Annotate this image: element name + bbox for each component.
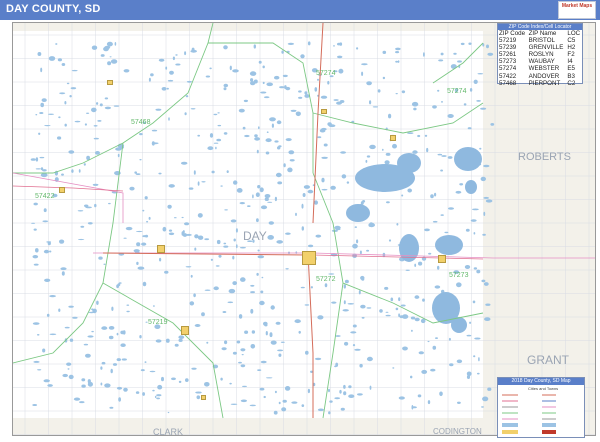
city-marker-webster[interactable] xyxy=(302,251,316,265)
city-marker[interactable] xyxy=(59,187,65,193)
zip-legend-row: 57422 ANDOVER B3 xyxy=(498,73,582,80)
zip-label: 57422 xyxy=(35,193,55,200)
zip-legend-col: ZIP Code xyxy=(499,30,526,37)
zip-legend-row: 57274 WEBSTER E5 xyxy=(498,65,582,72)
zip-legend-cell: 57422 xyxy=(499,72,517,80)
zip-legend-cell: E5 xyxy=(567,65,575,73)
county-label-codington: CODINGTON xyxy=(433,427,482,436)
zip-legend-cell: WEBSTER xyxy=(528,65,560,73)
zip-legend-table: ZIP Code ZIP Name LOC 57219 BRISTOL C5 5723… xyxy=(498,30,582,87)
zip-legend-cell: WAUBAY xyxy=(528,58,555,66)
map-frame: DAY COUNTY, SD Market Maps DAY ROBERTS G… xyxy=(0,0,600,442)
zip-legend-cell: 57468 xyxy=(499,79,517,87)
county-label-day: DAY xyxy=(243,229,267,243)
zip-legend-header-row: ZIP Code ZIP Name LOC xyxy=(498,30,582,37)
city-marker[interactable] xyxy=(107,80,113,85)
map-legend-symbols xyxy=(502,394,556,434)
zip-label: 57272 xyxy=(316,276,336,283)
zip-legend-cell: 57274 xyxy=(499,65,517,73)
zip-legend-rows: 57219 BRISTOL C5 57239 GRENVILLE H2 57261 ROSLY… xyxy=(498,37,582,87)
zip-label: 57274 xyxy=(447,88,467,95)
zip-legend-cell: PIERPONT xyxy=(528,79,561,87)
major-lakes xyxy=(346,147,482,333)
zip-legend-col: LOC xyxy=(567,30,581,37)
zip-legend-cell: 57273 xyxy=(499,58,517,66)
zip-legend-row: 57468 PIERPONT C2 xyxy=(498,80,582,87)
zip-legend-cell: BRISTOL xyxy=(528,37,555,45)
map-title: DAY COUNTY, SD xyxy=(6,3,101,15)
zip-legend-row: 57219 BRISTOL C5 xyxy=(498,37,582,44)
logo-text: Market Maps xyxy=(561,3,593,9)
zip-legend-cell: H2 xyxy=(567,44,576,52)
zip-label: 57274 xyxy=(316,70,336,77)
zip-legend-cell: B3 xyxy=(567,72,575,80)
city-marker-bristol[interactable] xyxy=(181,326,189,335)
zip-legend-cell: 57219 xyxy=(499,37,517,45)
zip-legend-col: ZIP Name xyxy=(528,30,557,37)
zip-legend-cell: C2 xyxy=(567,79,576,87)
city-marker[interactable] xyxy=(321,109,327,114)
zip-label: 57468 xyxy=(131,119,151,126)
zip-label: 57273 xyxy=(449,272,469,279)
publisher-logo: Market Maps xyxy=(558,1,596,19)
zip-legend-row: 57273 WAUBAY I4 xyxy=(498,58,582,65)
county-label-roberts: ROBERTS xyxy=(518,151,571,163)
zip-legend-cell: 57239 xyxy=(499,44,517,52)
zip-legend-cell: C5 xyxy=(567,37,576,45)
map-legend-title: 2018 Day County, SD Map xyxy=(498,378,584,385)
zip-legend-row: 57261 ROSLYN F2 xyxy=(498,51,582,58)
zip-legend-cell: ANDOVER xyxy=(528,72,560,80)
county-label-clark: CLARK xyxy=(153,427,184,436)
zip-label: 57219 xyxy=(148,319,168,326)
county-label-grant: GRANT xyxy=(527,353,569,367)
zip-code-legend: ZIP Code Index/Cell Locator ZIP Code ZIP… xyxy=(497,23,583,87)
zip-legend-row: 57239 GRENVILLE H2 xyxy=(498,44,582,51)
title-bar: DAY COUNTY, SD Market Maps xyxy=(0,0,600,20)
city-marker[interactable] xyxy=(201,395,206,400)
city-marker-waubay[interactable] xyxy=(438,255,446,263)
city-marker[interactable] xyxy=(390,135,396,141)
zip-legend-cell: ROSLYN xyxy=(528,51,554,59)
zip-legend-cell: F2 xyxy=(567,51,575,59)
zip-legend-cell: GRENVILLE xyxy=(528,44,564,52)
zip-legend-cell: I4 xyxy=(567,58,573,66)
map-legend: 2018 Day County, SD Map Cities and Towns xyxy=(497,377,585,438)
city-marker[interactable] xyxy=(157,245,165,253)
zip-legend-cell: 57261 xyxy=(499,51,517,59)
